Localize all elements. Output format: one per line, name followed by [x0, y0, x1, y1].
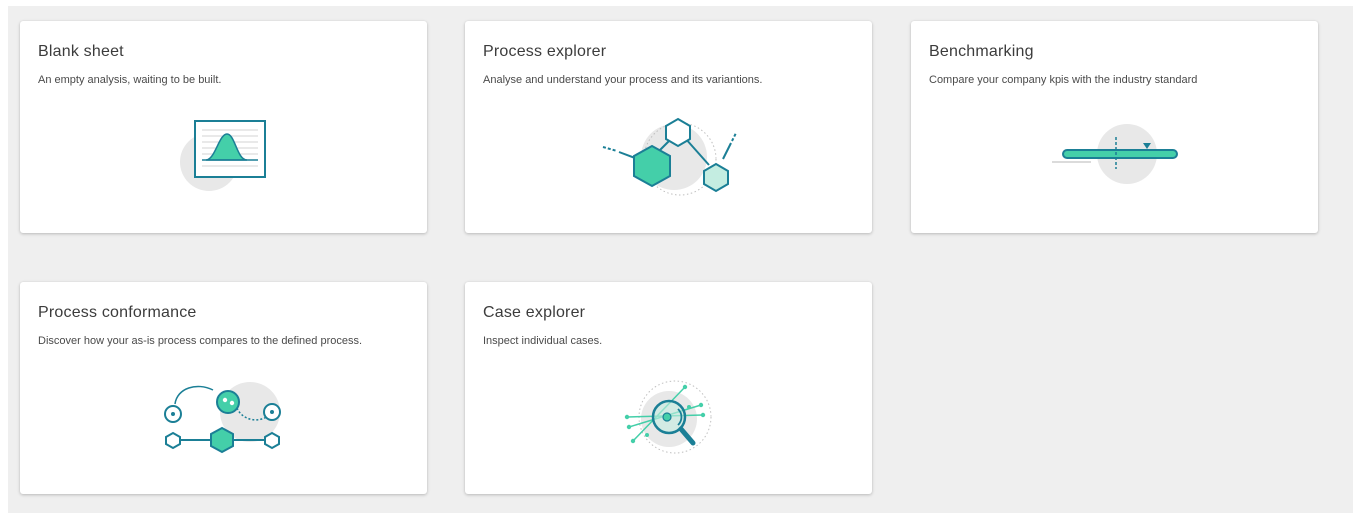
card-title: Process conformance [38, 304, 197, 321]
card-blank-sheet[interactable]: Blank sheet An empty analysis, waiting t… [20, 21, 427, 233]
analysis-template-gallery: Blank sheet An empty analysis, waiting t… [8, 6, 1353, 513]
blank-sheet-icon [180, 120, 266, 191]
card-process-conformance[interactable]: Process conformance Discover how your as… [20, 282, 427, 494]
card-description: Inspect individual cases. [483, 335, 603, 347]
benchmarking-icon [1052, 124, 1178, 184]
card-case-explorer[interactable]: Case explorer Inspect individual cases. [465, 282, 872, 494]
card-title: Blank sheet [38, 43, 124, 60]
case-explorer-icon [624, 380, 712, 454]
card-process-explorer[interactable]: Process explorer Analyse and understand … [465, 21, 872, 233]
card-title: Process explorer [483, 43, 607, 60]
process-explorer-icon [602, 117, 737, 196]
process-conformance-icon [164, 382, 281, 454]
card-benchmarking[interactable]: Benchmarking Compare your company kpis w… [911, 21, 1318, 233]
card-description: Analyse and understand your process and … [483, 74, 763, 86]
card-description: An empty analysis, waiting to be built. [38, 74, 222, 86]
card-title: Benchmarking [929, 43, 1034, 60]
card-description: Compare your company kpis with the indus… [929, 74, 1198, 86]
card-description: Discover how your as-is process compares… [38, 335, 363, 347]
card-title: Case explorer [483, 304, 586, 321]
